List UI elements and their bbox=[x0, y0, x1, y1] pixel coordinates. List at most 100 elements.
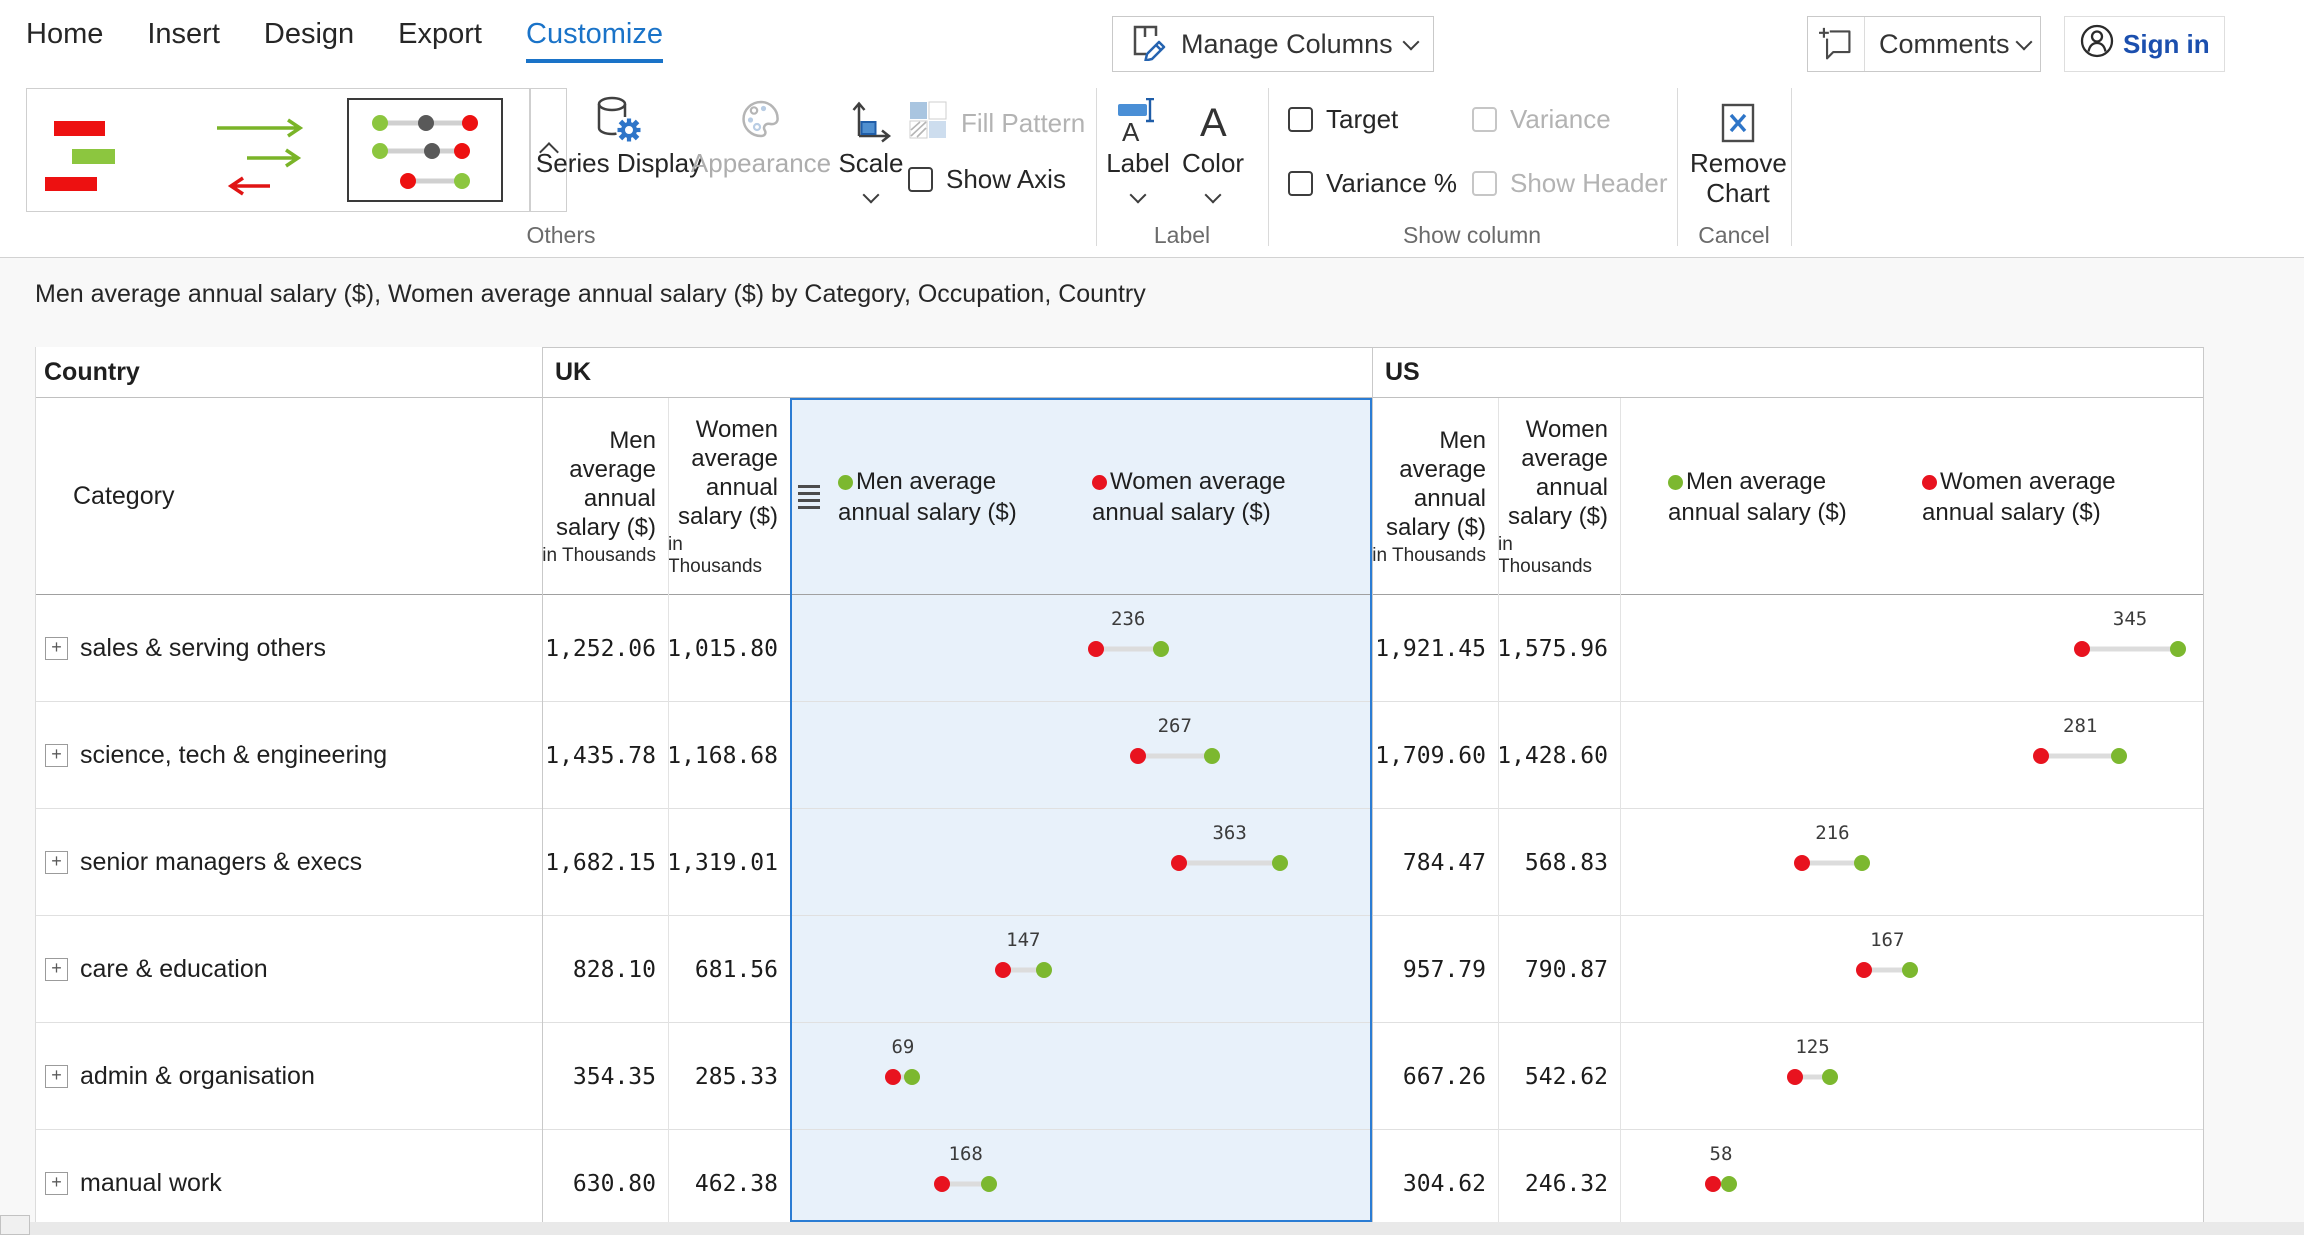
legend-men: Men average annual salary ($) bbox=[1668, 466, 1893, 528]
category-cell[interactable]: + science, tech & engineering bbox=[35, 702, 542, 809]
uk-chart-cell[interactable]: 236 bbox=[790, 595, 1372, 702]
uk-chart-cell[interactable]: 267 bbox=[790, 702, 1372, 809]
diff-label: 69 bbox=[891, 1036, 914, 1058]
gallery-item-dumbbell-chart[interactable] bbox=[347, 98, 503, 202]
us-men-value[interactable]: 1,709.60 bbox=[1372, 702, 1498, 809]
us-men-value[interactable]: 957.79 bbox=[1372, 916, 1498, 1023]
us-men-header-cell[interactable]: Men average annual salary ($) in Thousan… bbox=[1372, 398, 1498, 595]
category-cell[interactable]: + sales & serving others bbox=[35, 595, 542, 702]
group-label-label: Label bbox=[1154, 222, 1210, 249]
us-men-value[interactable]: 667.26 bbox=[1372, 1023, 1498, 1130]
uk-chart-cell[interactable]: 69 bbox=[790, 1023, 1372, 1130]
drag-handle-icon[interactable] bbox=[798, 485, 820, 509]
target-checkbox[interactable]: Target bbox=[1288, 104, 1398, 135]
checkbox-icon[interactable] bbox=[1288, 171, 1313, 196]
uk-chart-header-cell[interactable]: Men average annual salary ($) Women aver… bbox=[790, 398, 1372, 595]
scale-button[interactable]: Scale bbox=[834, 92, 908, 205]
category-cell[interactable]: + senior managers & execs bbox=[35, 809, 542, 916]
uk-women-header-cell[interactable]: Women average annual salary ($) in Thous… bbox=[668, 398, 790, 595]
us-chart-cell[interactable]: 281 bbox=[1620, 702, 2204, 809]
uk-men-value[interactable]: 630.80 bbox=[542, 1130, 668, 1222]
expand-icon[interactable]: + bbox=[45, 1065, 68, 1088]
row-separator bbox=[35, 1022, 2204, 1023]
comments-button[interactable]: Comments bbox=[1807, 16, 2041, 72]
chevron-down-icon[interactable] bbox=[1130, 187, 1147, 204]
category-cell[interactable]: + admin & organisation bbox=[35, 1023, 542, 1130]
category-cell[interactable]: + manual work bbox=[35, 1130, 542, 1222]
series-display-button[interactable]: Series Display bbox=[545, 92, 693, 179]
show-axis-checkbox[interactable]: Show Axis bbox=[908, 164, 1066, 195]
us-women-value[interactable]: 542.62 bbox=[1498, 1023, 1620, 1130]
us-women-value[interactable]: 246.32 bbox=[1498, 1130, 1620, 1222]
us-chart-header-cell[interactable]: Men average annual salary ($) Women aver… bbox=[1620, 398, 2204, 595]
variance-pct-checkbox[interactable]: Variance % bbox=[1288, 168, 1457, 199]
expand-icon[interactable]: + bbox=[45, 851, 68, 874]
group-label-show-column: Show column bbox=[1403, 222, 1541, 249]
expand-icon[interactable]: + bbox=[45, 637, 68, 660]
us-chart-cell[interactable]: 125 bbox=[1620, 1023, 2204, 1130]
us-women-value[interactable]: 1,428.60 bbox=[1498, 702, 1620, 809]
uk-men-value[interactable]: 1,682.15 bbox=[542, 809, 668, 916]
women-dot bbox=[1856, 962, 1872, 978]
uk-women-value[interactable]: 1,168.68 bbox=[668, 702, 790, 809]
gallery-item-bar-chart[interactable] bbox=[27, 89, 187, 211]
chevron-down-icon[interactable] bbox=[863, 187, 880, 204]
row-separator bbox=[35, 808, 2204, 809]
category-header-cell[interactable]: Category bbox=[35, 398, 542, 595]
expand-icon[interactable]: + bbox=[45, 744, 68, 767]
uk-chart-cell[interactable]: 168 bbox=[790, 1130, 1372, 1222]
us-men-value[interactable]: 304.62 bbox=[1372, 1130, 1498, 1222]
table-left-border bbox=[35, 347, 36, 1222]
category-cell[interactable]: + care & education bbox=[35, 916, 542, 1023]
checkbox-icon[interactable] bbox=[908, 167, 933, 192]
us-men-value[interactable]: 1,921.45 bbox=[1372, 595, 1498, 702]
group-header-us[interactable]: US bbox=[1372, 347, 2204, 398]
group-header-uk[interactable]: UK bbox=[542, 347, 1372, 398]
uk-women-value[interactable]: 1,015.80 bbox=[668, 595, 790, 702]
uk-chart-cell[interactable]: 363 bbox=[790, 809, 1372, 916]
tab-customize[interactable]: Customize bbox=[526, 18, 663, 63]
scrollbar-corner[interactable] bbox=[0, 1215, 30, 1235]
diff-label: 125 bbox=[1795, 1036, 1829, 1058]
uk-women-value[interactable]: 462.38 bbox=[668, 1130, 790, 1222]
uk-men-header-cell[interactable]: Men average annual salary ($) in Thousan… bbox=[542, 398, 668, 595]
country-header-cell[interactable]: Country bbox=[35, 347, 542, 398]
us-women-value[interactable]: 1,575.96 bbox=[1498, 595, 1620, 702]
us-chart-cell[interactable]: 345 bbox=[1620, 595, 2204, 702]
gallery-item-arrow-chart[interactable] bbox=[187, 89, 347, 211]
us-chart-cell[interactable]: 58 bbox=[1620, 1130, 2204, 1222]
uk-men-value[interactable]: 828.10 bbox=[542, 916, 668, 1023]
expand-icon[interactable]: + bbox=[45, 1172, 68, 1195]
us-men-value[interactable]: 784.47 bbox=[1372, 809, 1498, 916]
sign-in-button[interactable]: Sign in bbox=[2064, 16, 2225, 72]
tab-insert[interactable]: Insert bbox=[147, 18, 220, 63]
us-women-value[interactable]: 568.83 bbox=[1498, 809, 1620, 916]
uk-women-value[interactable]: 1,319.01 bbox=[668, 809, 790, 916]
diff-label: 168 bbox=[949, 1143, 983, 1165]
us-chart-cell[interactable]: 167 bbox=[1620, 916, 2204, 1023]
uk-men-value[interactable]: 1,252.06 bbox=[542, 595, 668, 702]
uk-women-value[interactable]: 681.56 bbox=[668, 916, 790, 1023]
expand-icon[interactable]: + bbox=[45, 958, 68, 981]
chevron-down-icon bbox=[1402, 34, 1419, 51]
tab-export[interactable]: Export bbox=[398, 18, 482, 63]
remove-chart-button[interactable]: Remove Chart bbox=[1688, 92, 1788, 208]
uk-chart-cell[interactable]: 147 bbox=[790, 916, 1372, 1023]
add-comment-icon bbox=[1808, 17, 1865, 71]
uk-men-value[interactable]: 1,435.78 bbox=[542, 702, 668, 809]
checkbox-icon[interactable] bbox=[1288, 107, 1313, 132]
us-women-value[interactable]: 790.87 bbox=[1498, 916, 1620, 1023]
us-women-header-cell[interactable]: Women average annual salary ($) in Thous… bbox=[1498, 398, 1620, 595]
label-button[interactable]: A Label bbox=[1108, 92, 1168, 205]
chevron-down-icon[interactable] bbox=[1205, 187, 1222, 204]
uk-men-value[interactable]: 354.35 bbox=[542, 1023, 668, 1130]
dumbbell-chart-icon bbox=[350, 101, 500, 199]
uk-women-value[interactable]: 285.33 bbox=[668, 1023, 790, 1130]
diff-label: 267 bbox=[1158, 715, 1192, 737]
color-button[interactable]: A Color bbox=[1182, 92, 1244, 205]
tab-home[interactable]: Home bbox=[26, 18, 103, 63]
tab-design[interactable]: Design bbox=[264, 18, 354, 63]
us-chart-cell[interactable]: 216 bbox=[1620, 809, 2204, 916]
manage-columns-button[interactable]: Manage Columns bbox=[1112, 16, 1434, 72]
diff-label: 236 bbox=[1111, 608, 1145, 630]
